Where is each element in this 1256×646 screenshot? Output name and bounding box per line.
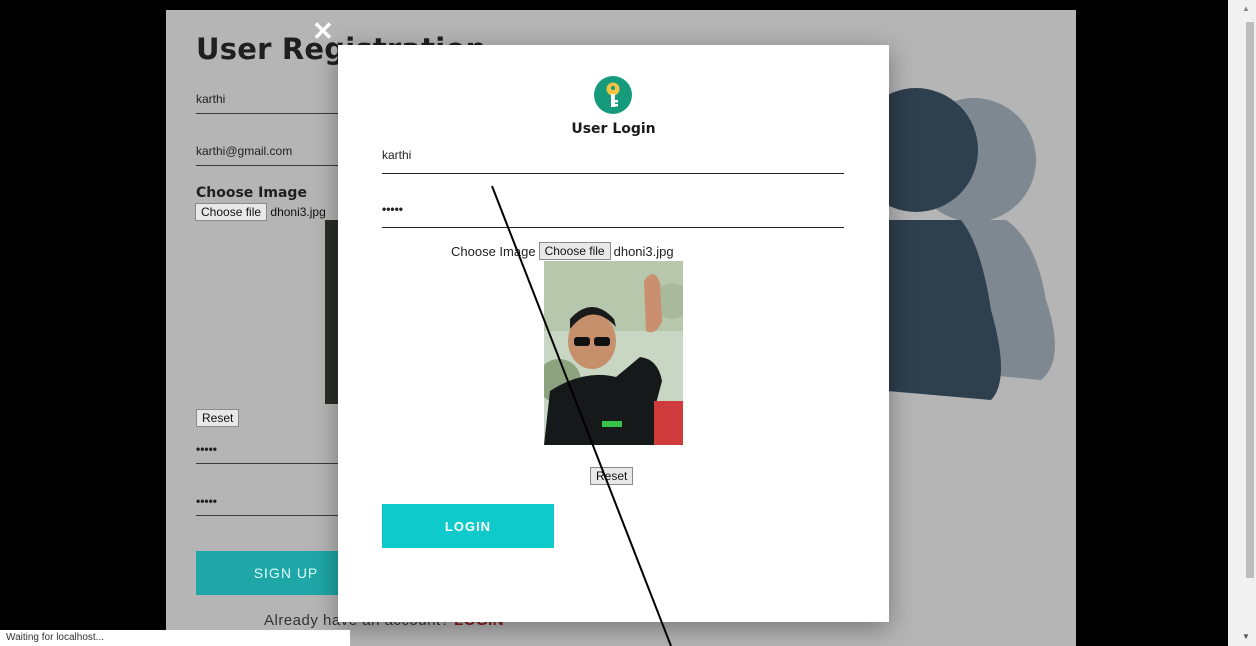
login-choose-file-button[interactable]: Choose file [538, 242, 611, 260]
login-file-row: Choose Image Choose file dhoni3.jpg [451, 242, 674, 260]
page-margin-left [0, 0, 166, 646]
page-margin-right [1076, 0, 1228, 646]
reg-choose-file-button[interactable]: Choose file [195, 203, 268, 221]
scroll-up-icon[interactable]: ▲ [1242, 4, 1250, 13]
reg-file-input[interactable]: Choose file dhoni3.jpg [195, 203, 326, 221]
login-image-preview [544, 261, 683, 445]
login-choose-image-label: Choose Image [451, 243, 536, 259]
scroll-down-icon[interactable]: ▼ [1242, 632, 1250, 641]
login-file-name: dhoni3.jpg [613, 243, 674, 259]
page-scrollbar[interactable]: ▲ ▼ [1228, 0, 1256, 646]
browser-status-bar: Waiting for localhost... [0, 630, 350, 646]
reg-image-preview [325, 220, 339, 404]
login-button[interactable]: LOGIN [382, 504, 554, 548]
reg-choose-image-label: Choose Image [196, 185, 307, 201]
users-illustration [866, 88, 1055, 400]
login-reset-label[interactable]: Reset [590, 467, 634, 485]
reg-reset-label[interactable]: Reset [196, 409, 240, 427]
reg-file-name: dhoni3.jpg [270, 205, 326, 219]
login-reset-button[interactable]: Reset [590, 467, 634, 485]
close-icon[interactable]: ✕ [312, 18, 334, 44]
login-title: User Login [571, 121, 656, 137]
login-password-field[interactable]: ••••• [382, 202, 844, 228]
login-username-field[interactable]: karthi [382, 148, 844, 174]
browser-viewport: User Registration karthi karthi@gmail.co… [0, 0, 1256, 646]
login-modal: User Login karthi ••••• Choose Image Cho… [338, 45, 889, 622]
scroll-thumb[interactable] [1246, 22, 1254, 578]
key-icon [594, 76, 632, 114]
reg-reset-button[interactable]: Reset [196, 409, 240, 427]
